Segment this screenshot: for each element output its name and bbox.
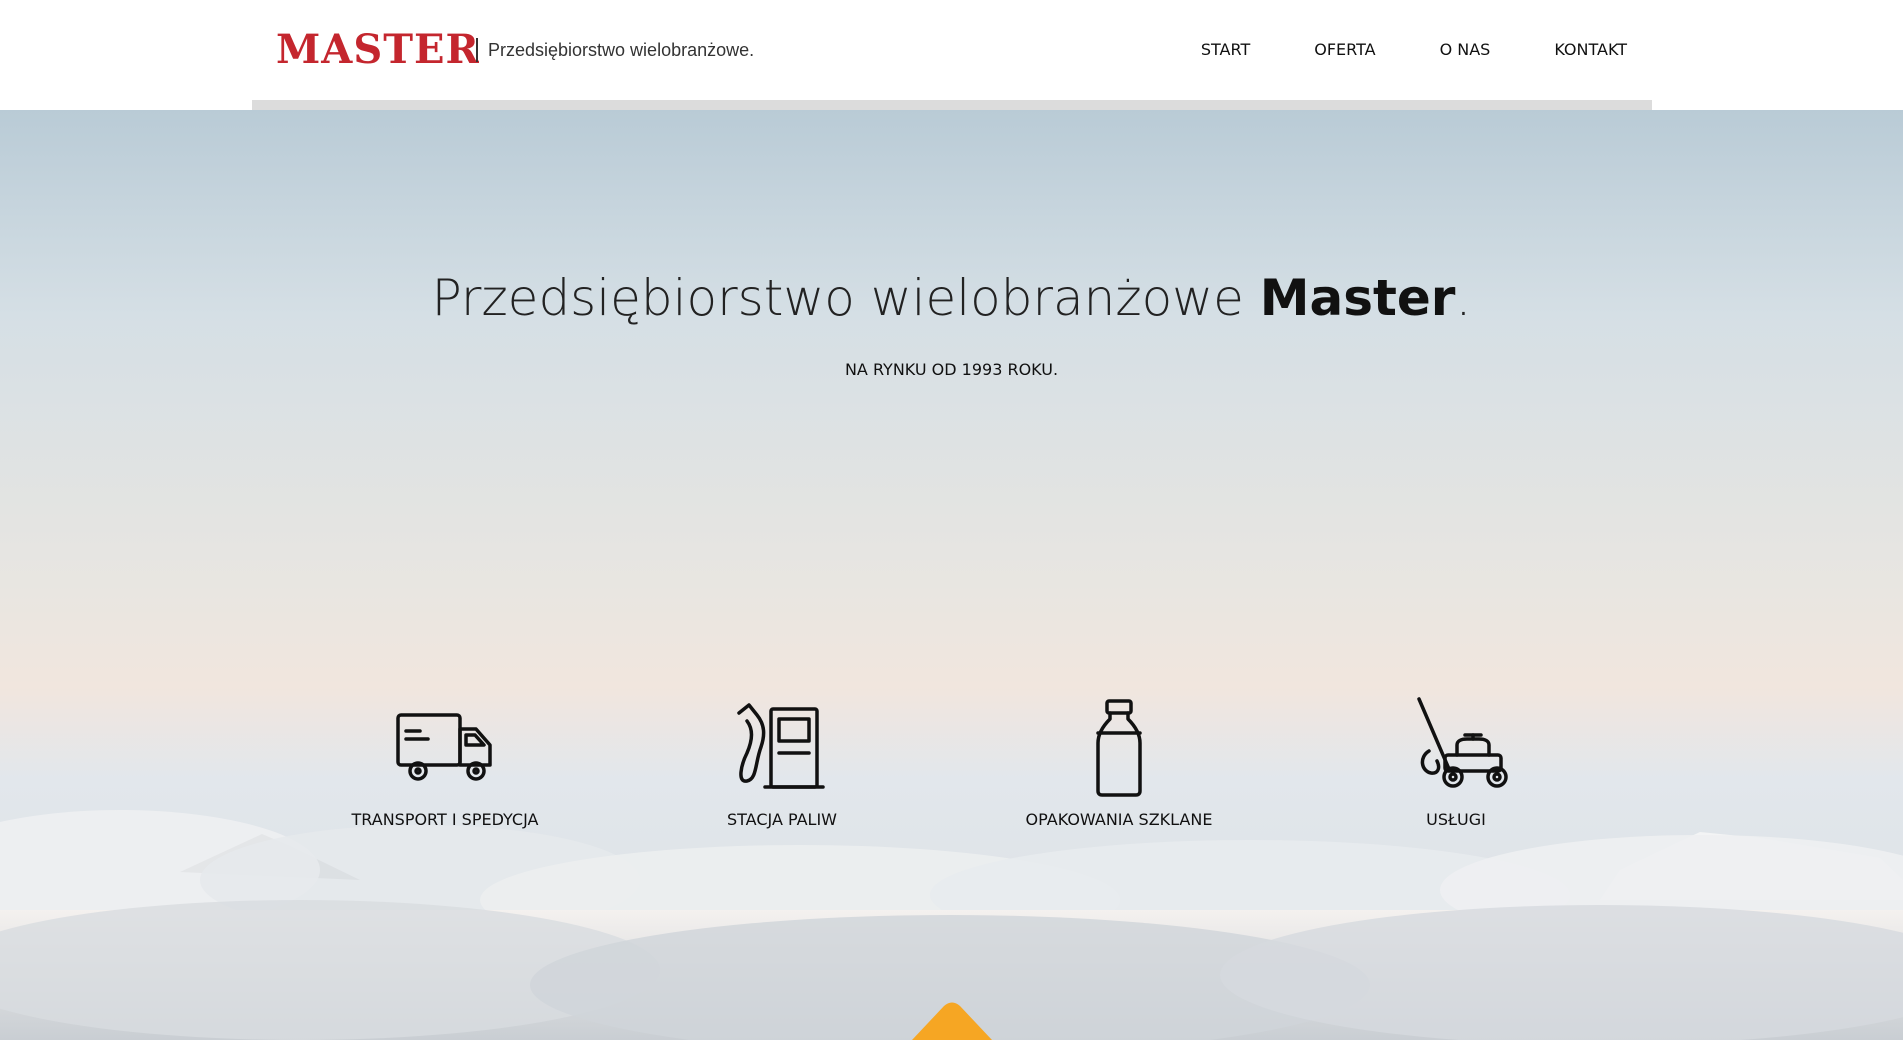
nav-start[interactable]: START <box>1169 36 1282 64</box>
header-tagline: Przedsiębiorstwo wielobranżowe. <box>476 38 754 62</box>
service-label: STACJA PALIW <box>726 810 837 829</box>
nav-oferta[interactable]: OFERTA <box>1282 36 1407 64</box>
truck-icon <box>396 713 492 781</box>
nav-o-nas[interactable]: O NAS <box>1408 36 1523 64</box>
service-services[interactable]: USŁUGI <box>1326 685 1586 865</box>
nav-kontakt[interactable]: KONTAKT <box>1522 36 1652 64</box>
service-label: OPAKOWANIA SZKLANE <box>1025 810 1213 829</box>
scroll-down-tab[interactable] <box>912 1002 992 1040</box>
service-label: USŁUGI <box>1426 810 1486 829</box>
hero-title: Przedsiębiorstwo wielobranżowe Master. <box>0 262 1903 334</box>
hero-section: Przedsiębiorstwo wielobranżowe Master. N… <box>0 110 1903 1040</box>
hero-title-bold: Master <box>1259 269 1456 327</box>
hero-subtitle: NA RYNKU OD 1993 ROKU. <box>844 360 1059 379</box>
site-header: MASTER Przedsiębiorstwo wielobranżowe. S… <box>0 0 1903 110</box>
header-inner: MASTER Przedsiębiorstwo wielobranżowe. S… <box>252 0 1652 100</box>
fuel-pump-icon <box>737 703 825 789</box>
main-nav: START OFERTA O NAS KONTAKT <box>1169 36 1652 64</box>
service-glass-packaging[interactable]: OPAKOWANIA SZKLANE <box>989 685 1249 865</box>
services-row: TRANSPORT I SPEDYCJA STACJA PALIW OPAKOW… <box>0 685 1903 865</box>
lawn-mower-icon <box>1417 697 1508 788</box>
hero-title-end: . <box>1455 269 1472 327</box>
service-fuel-station[interactable]: STACJA PALIW <box>652 685 912 865</box>
hero-title-light: Przedsiębiorstwo wielobranżowe <box>431 269 1260 327</box>
service-transport[interactable]: TRANSPORT I SPEDYCJA <box>315 685 575 865</box>
header-divider <box>252 100 1652 110</box>
logo[interactable]: MASTER <box>276 26 480 74</box>
service-label: TRANSPORT I SPEDYCJA <box>351 810 539 829</box>
glass-bottle-icon <box>1096 699 1142 797</box>
